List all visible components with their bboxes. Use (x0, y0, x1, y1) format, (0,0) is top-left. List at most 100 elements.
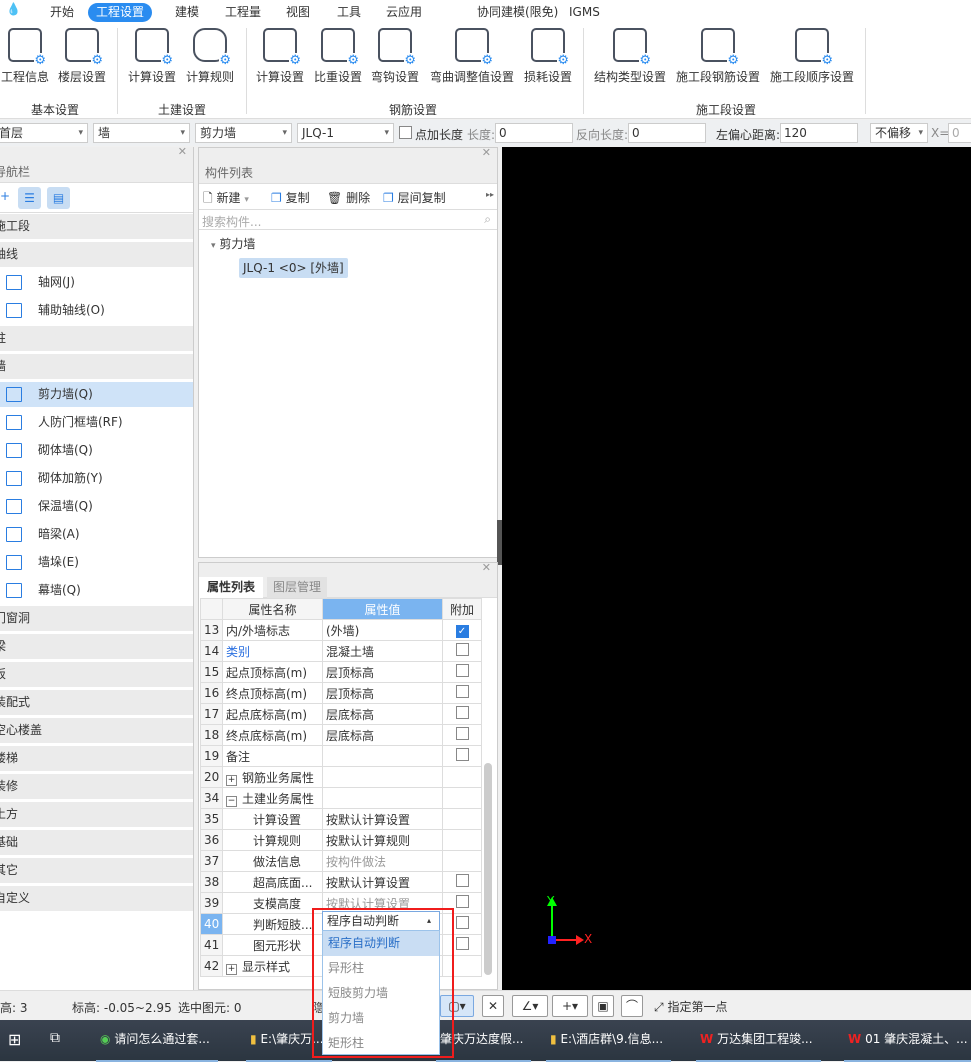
delete-button[interactable]: 🗑 删除 (327, 189, 370, 206)
offset-input[interactable]: 120 (780, 123, 858, 143)
nav-item[interactable]: 保温墙(Q) (0, 494, 193, 519)
stage-rebar-button[interactable]: 施工段钢筋设置 (674, 28, 762, 85)
add-length-checkbox[interactable] (399, 126, 412, 139)
nav-item[interactable]: 梁 (0, 634, 193, 659)
floor-settings-button[interactable]: 楼层设置 (56, 28, 108, 85)
nav-item[interactable]: 轴线 (0, 242, 193, 267)
table-row[interactable]: 34− 土建业务属性 (200, 787, 482, 809)
tab-properties[interactable]: 属性列表 (199, 577, 264, 598)
prop-value[interactable] (322, 766, 443, 788)
table-row[interactable]: 38 超高底面... 按默认计算设置 (200, 871, 482, 893)
tree-item-jlq1[interactable]: JLQ-1 <0> [外墙] (239, 258, 348, 278)
civil-calc-settings-button[interactable]: 计算设置 (126, 28, 178, 85)
table-row[interactable]: 17 起点底标高(m) 层底标高 (200, 703, 482, 725)
prop-value[interactable]: 按默认计算设置 (322, 871, 443, 893)
nav-item[interactable]: 板 (0, 662, 193, 687)
length-input[interactable]: 0 (495, 123, 573, 143)
nav-item[interactable]: 辅助轴线(O) (0, 298, 193, 323)
table-row[interactable]: 13 内/外墙标志 (外墙) ✓ (200, 619, 482, 641)
table-row[interactable]: 18 终点底标高(m) 层底标高 (200, 724, 482, 746)
nav-item[interactable]: 空心楼盖 (0, 718, 193, 743)
tab-view[interactable]: 视图 (278, 3, 318, 22)
checkbox[interactable] (455, 643, 469, 656)
checkbox[interactable] (455, 916, 469, 929)
nav-item[interactable]: 施工段 (0, 214, 193, 239)
table-row[interactable]: 19 备注 (200, 745, 482, 767)
list-view-icon[interactable]: ☰ (18, 187, 41, 209)
prop-value[interactable] (322, 745, 443, 767)
prop-value[interactable]: (外墙) (322, 619, 443, 641)
nav-item[interactable]: 基础 (0, 830, 193, 855)
rebar-calc-settings-button[interactable]: 计算设置 (254, 28, 306, 85)
type-select[interactable]: 墙 (93, 123, 190, 143)
checkbox[interactable] (455, 685, 469, 698)
chevron-down-icon[interactable]: ▾ (244, 195, 249, 205)
prop-value[interactable] (322, 787, 443, 809)
nav-item[interactable]: 幕墙(Q) (0, 578, 193, 603)
nav-item[interactable]: 其它 (0, 858, 193, 883)
add-icon[interactable]: + (0, 189, 10, 203)
tab-start[interactable]: 开始 (42, 3, 82, 22)
close-icon[interactable]: ✕ (178, 145, 187, 158)
checkbox-checked[interactable]: ✓ (455, 624, 469, 638)
prop-value[interactable]: 按默认计算规则 (322, 829, 443, 851)
nav-item[interactable]: 墙垛(E) (0, 550, 193, 575)
caret-down-icon[interactable]: ▾ (211, 241, 216, 251)
nav-item[interactable]: 装配式 (0, 690, 193, 715)
new-button[interactable]: 🗋 新建 ▾ (203, 189, 249, 210)
collapse-icon[interactable]: − (226, 795, 237, 807)
floor-select[interactable]: 首层 (0, 123, 88, 143)
windows-start-icon[interactable]: ⊞ (8, 1030, 21, 1049)
floor-copy-button[interactable]: ❐ 层间复制 (383, 189, 446, 206)
rev-length-input[interactable]: 0 (628, 123, 706, 143)
checkbox[interactable] (455, 937, 469, 950)
checkbox[interactable] (455, 706, 469, 719)
checkbox[interactable] (455, 874, 469, 887)
nav-item[interactable]: 土方 (0, 802, 193, 827)
tab-tools[interactable]: 工具 (329, 3, 369, 22)
table-row[interactable]: 35 计算设置 按默认计算设置 (200, 808, 482, 830)
nav-item[interactable]: 装修 (0, 774, 193, 799)
checkbox[interactable] (455, 727, 469, 740)
table-row[interactable]: 15 起点顶标高(m) 层顶标高 (200, 661, 482, 683)
prop-value[interactable]: 按构件做法 (322, 850, 443, 872)
checkbox[interactable] (455, 748, 469, 761)
calc-rules-button[interactable]: 计算规则 (184, 28, 236, 85)
table-row[interactable]: 20 + 钢筋业务属性 (200, 766, 482, 788)
nav-item[interactable]: 门窗洞 (0, 606, 193, 631)
app-logo-icon[interactable]: 💧 (6, 2, 21, 16)
drawing-canvas[interactable]: Y X (502, 147, 971, 990)
nav-item[interactable]: 砌体墙(Q) (0, 438, 193, 463)
nav-item[interactable]: 人防门框墙(RF) (0, 410, 193, 435)
prop-value[interactable]: 层顶标高 (322, 661, 443, 683)
snap-icon[interactable]: +▾ (552, 995, 588, 1017)
prop-value[interactable]: 按默认计算设置 (322, 808, 443, 830)
table-row[interactable]: 16 终点顶标高(m) 层顶标高 (200, 682, 482, 704)
weight-settings-button[interactable]: 比重设置 (312, 28, 364, 85)
table-row[interactable]: 36 计算规则 按默认计算规则 (200, 829, 482, 851)
tab-modeling[interactable]: 建模 (167, 3, 207, 22)
close-icon[interactable]: ✕ (482, 146, 491, 159)
tree-group[interactable]: ▾ 剪力墙 (211, 235, 255, 252)
nav-item[interactable]: 砌体加筋(Y) (0, 466, 193, 491)
expand-icon[interactable]: + (226, 963, 237, 975)
nav-item[interactable]: 暗梁(A) (0, 522, 193, 547)
search-icon[interactable]: ⌕ (484, 212, 491, 227)
nav-item[interactable]: 墙 (0, 354, 193, 379)
taskbar-item[interactable]: W 万达集团工程竣... (696, 1030, 821, 1062)
cross-icon[interactable]: ✕ (482, 995, 504, 1017)
x-input[interactable]: 0 (948, 123, 971, 143)
detail-view-icon[interactable]: ▤ (47, 187, 70, 209)
tab-layers[interactable]: 图层管理 (267, 577, 328, 598)
ortho-icon[interactable]: ▣ (592, 995, 614, 1017)
prop-value[interactable]: 层底标高 (322, 703, 443, 725)
subtype-select[interactable]: 剪力墙 (195, 123, 292, 143)
project-info-button[interactable]: 工程信息 (0, 28, 50, 85)
table-row[interactable]: 14 类别 混凝土墙 (200, 640, 482, 662)
checkbox[interactable] (455, 895, 469, 908)
hook-settings-button[interactable]: 弯钩设置 (369, 28, 421, 85)
checkbox[interactable] (455, 664, 469, 677)
nav-item[interactable]: 柱 (0, 326, 193, 351)
structure-type-button[interactable]: 结构类型设置 (592, 28, 668, 85)
props-scrollbar[interactable] (484, 763, 492, 975)
